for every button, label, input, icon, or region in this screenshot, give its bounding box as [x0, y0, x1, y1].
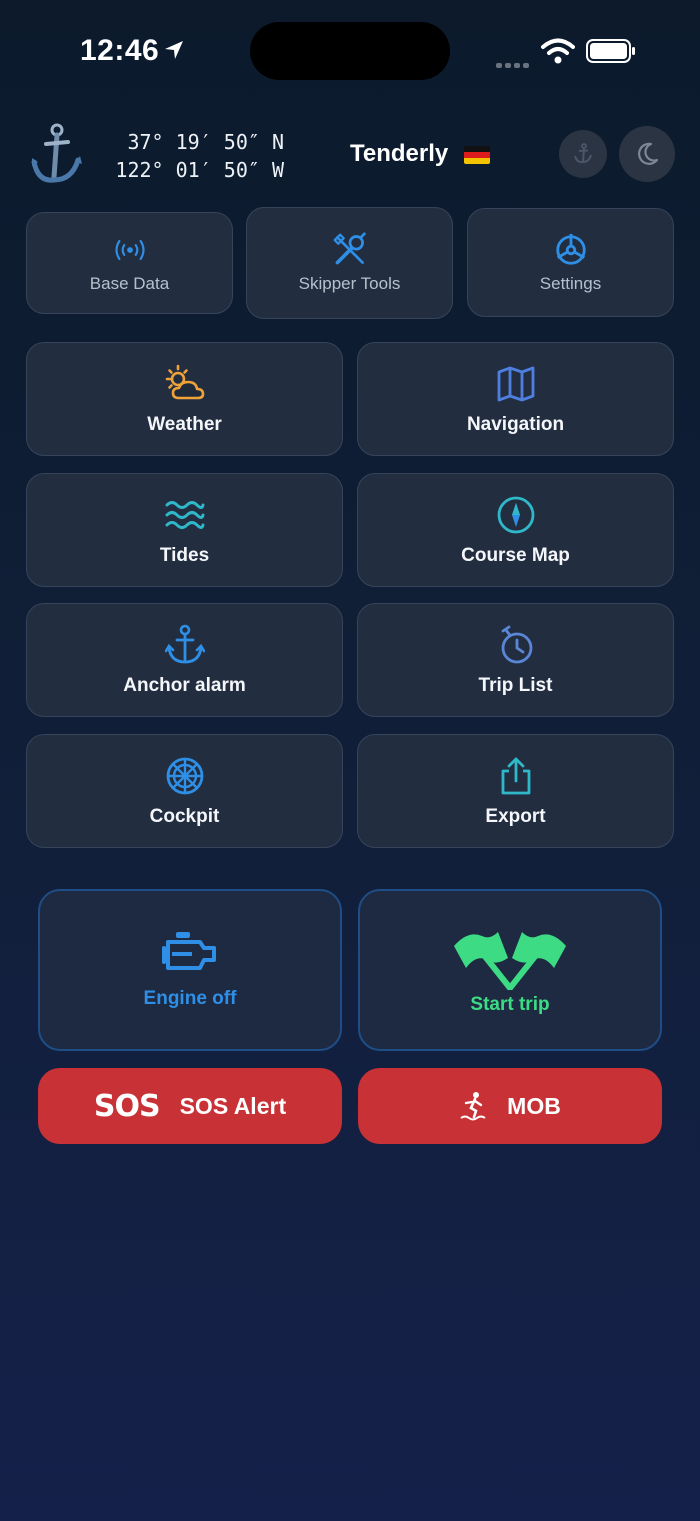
tides-tile[interactable]: Tides — [26, 473, 343, 587]
waves-icon — [163, 493, 207, 537]
sos-icon: SOS — [93, 1088, 161, 1124]
mob-button[interactable]: MOB — [358, 1068, 662, 1144]
cockpit-label: Cockpit — [149, 806, 220, 827]
tides-label: Tides — [159, 545, 210, 566]
battery-icon — [586, 39, 635, 63]
steering-wheel-icon — [163, 754, 207, 798]
anchor-alarm-label: Anchor alarm — [123, 675, 246, 696]
engine-label: Engine off — [143, 988, 237, 1009]
anchor-small-icon — [574, 143, 592, 164]
coordinates: 37° 19′ 50″ N 122° 01′ 50″ W — [104, 128, 284, 184]
longitude: 122° 01′ 50″ W — [115, 158, 284, 182]
start-trip-label: Start trip — [470, 994, 550, 1015]
navigation-tile[interactable]: Navigation — [357, 342, 674, 456]
navigation-label: Navigation — [466, 414, 565, 435]
export-tile[interactable]: Export — [357, 734, 674, 848]
engine-icon — [162, 932, 216, 970]
anchor-icon — [163, 623, 207, 667]
course-map-tile[interactable]: Course Map — [357, 473, 674, 587]
trip-list-label: Trip List — [478, 675, 553, 696]
boat-name[interactable]: Tenderly — [350, 140, 448, 168]
cellular-signal-icon — [496, 55, 532, 73]
skipper-tools-label: Skipper Tools — [298, 274, 401, 293]
settings-tile[interactable]: Settings — [467, 208, 674, 317]
night-mode-button[interactable] — [619, 126, 675, 182]
weather-tile[interactable]: Weather — [26, 342, 343, 456]
crossed-flags-icon — [454, 932, 566, 990]
anchor-toggle-button[interactable] — [559, 130, 607, 178]
cockpit-tile[interactable]: Cockpit — [26, 734, 343, 848]
tools-icon — [332, 232, 368, 268]
status-bar: 12:46 — [0, 0, 700, 100]
dynamic-island — [250, 22, 450, 80]
helm-gear-icon — [553, 232, 589, 268]
skipper-tools-tile[interactable]: Skipper Tools — [246, 207, 453, 319]
trip-list-tile[interactable]: Trip List — [357, 603, 674, 717]
sos-alert-button[interactable]: SOS SOS Alert — [38, 1068, 342, 1144]
wifi-icon — [541, 38, 575, 64]
course-map-label: Course Map — [461, 545, 570, 566]
map-icon — [494, 362, 538, 406]
location-arrow-icon — [165, 41, 183, 59]
engine-button[interactable]: Engine off — [38, 889, 342, 1051]
sos-alert-label: SOS Alert — [179, 1092, 287, 1119]
man-overboard-icon — [460, 1092, 486, 1121]
weather-label: Weather — [147, 414, 222, 435]
sun-cloud-icon — [163, 362, 207, 406]
anchor-logo-icon — [31, 123, 82, 183]
moon-icon — [638, 142, 659, 165]
export-label: Export — [485, 806, 546, 827]
status-time: 12:46 — [80, 34, 160, 67]
compass-icon — [494, 493, 538, 537]
settings-label: Settings — [539, 273, 602, 293]
mob-label: MOB — [507, 1092, 561, 1119]
german-flag-icon — [464, 146, 490, 164]
broadcast-icon — [112, 232, 148, 268]
start-trip-button[interactable]: Start trip — [358, 889, 662, 1051]
timer-icon — [494, 623, 538, 667]
header: 37° 19′ 50″ N 122° 01′ 50″ W Tenderly — [0, 110, 700, 200]
latitude: 37° 19′ 50″ N — [127, 130, 284, 154]
base-data-tile[interactable]: Base Data — [26, 212, 233, 314]
anchor-alarm-tile[interactable]: Anchor alarm — [26, 603, 343, 717]
share-icon — [494, 754, 538, 798]
base-data-label: Base Data — [89, 274, 170, 293]
